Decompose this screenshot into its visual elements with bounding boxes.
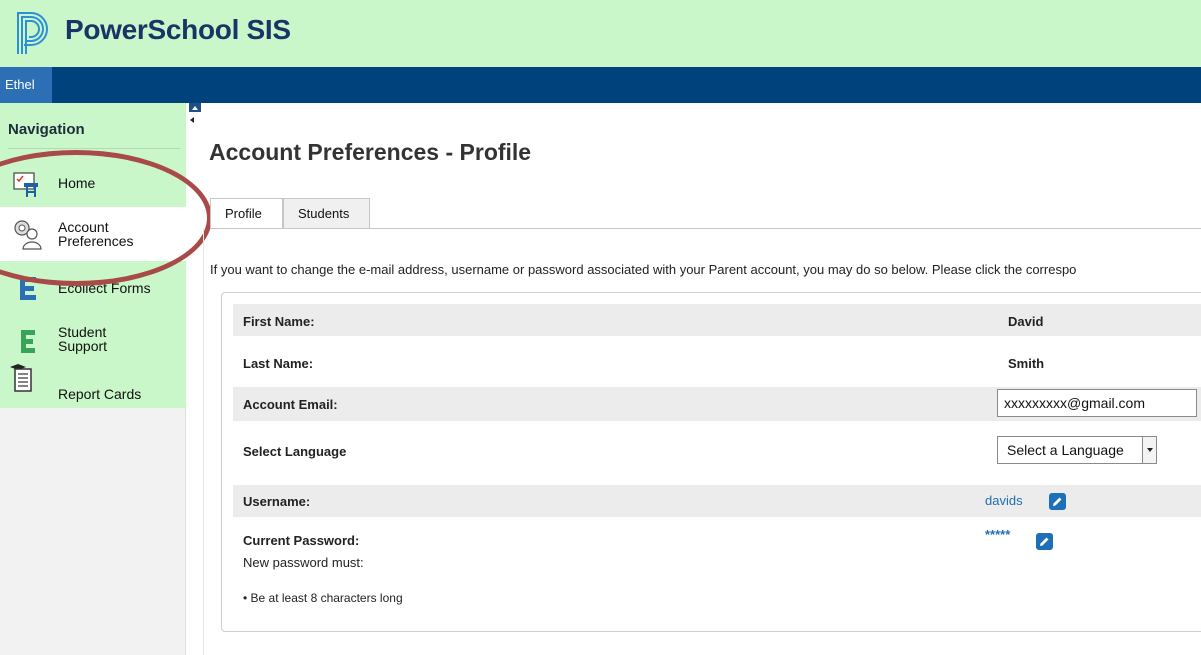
language-select-value: Select a Language (1007, 442, 1124, 458)
ecollect-forms-icon (10, 271, 44, 305)
navigation-heading: Navigation (8, 121, 85, 138)
language-select[interactable]: Select a Language (997, 436, 1157, 464)
tab-divider (210, 228, 1201, 229)
sidebar-item-account-preferences[interactable]: Account Preferences (0, 207, 186, 261)
current-password-row: Current Password: ***** (233, 525, 1201, 555)
page-title: Account Preferences - Profile (209, 139, 532, 165)
app-title: PowerSchool SIS (65, 14, 291, 45)
edit-password-button[interactable] (1036, 533, 1053, 550)
username-value: davids (985, 493, 1023, 508)
pencil-icon (1040, 537, 1049, 546)
pencil-icon (1053, 497, 1062, 506)
user-name-tab[interactable]: Ethel (0, 67, 52, 103)
account-preferences-icon (10, 217, 44, 251)
intro-text: If you want to change the e-mail address… (210, 262, 1077, 277)
password-rule-item: • Be at least 8 characters long (243, 591, 403, 605)
sidebar-empty-area (0, 408, 186, 655)
sidebar-item-label-line2: Support (58, 338, 108, 354)
account-email-label: Account Email: (243, 397, 338, 412)
sidebar-item-label-line2: Preferences (58, 233, 134, 249)
sidebar-item-label: Ecollect Forms (58, 280, 151, 296)
home-icon (10, 169, 44, 203)
sidebar-navigation: Navigation Home Account Preferences Ecol… (0, 103, 186, 408)
select-language-label: Select Language (243, 444, 347, 459)
app-header: PowerSchool SIS (0, 0, 1201, 68)
sidebar-item-student-support[interactable]: Student Support (0, 321, 186, 361)
last-name-label: Last Name: (243, 356, 314, 371)
account-email-field[interactable] (997, 389, 1197, 417)
username-label: Username: (243, 494, 311, 509)
sidebar-item-ecollect-forms[interactable]: Ecollect Forms (0, 271, 186, 307)
current-password-value: ***** (985, 527, 1011, 542)
navigation-divider (8, 148, 180, 149)
user-bar: Ethel (0, 67, 1201, 103)
chevron-down-icon (1142, 437, 1156, 463)
sidebar-item-home[interactable]: Home (0, 165, 186, 203)
sidebar-item-report-cards[interactable]: Report Cards (0, 361, 186, 402)
first-name-label: First Name: (243, 314, 315, 329)
sidebar-item-label: Home (58, 175, 96, 191)
last-name-row: Last Name: Smith (233, 346, 1201, 378)
tab-profile[interactable]: Profile (210, 198, 283, 229)
current-password-label: Current Password: (243, 533, 360, 548)
student-support-icon (10, 325, 44, 359)
first-name-value: David (1008, 314, 1044, 329)
tab-students[interactable]: Students (283, 198, 370, 229)
content-border (203, 228, 204, 655)
username-row: Username: davids (233, 485, 1201, 517)
powerschool-logo-icon (15, 10, 53, 56)
first-name-row: First Name: David (233, 304, 1201, 336)
account-email-row: Account Email: (233, 387, 1201, 421)
password-rules-heading: New password must: (243, 555, 364, 570)
last-name-value: Smith (1008, 356, 1045, 371)
sidebar-item-label: Report Cards (58, 386, 142, 402)
report-cards-icon (6, 361, 40, 395)
edit-username-button[interactable] (1049, 493, 1066, 510)
select-language-row: Select Language Select a Language (233, 432, 1201, 472)
collapse-sidebar-toggle[interactable] (188, 103, 202, 129)
